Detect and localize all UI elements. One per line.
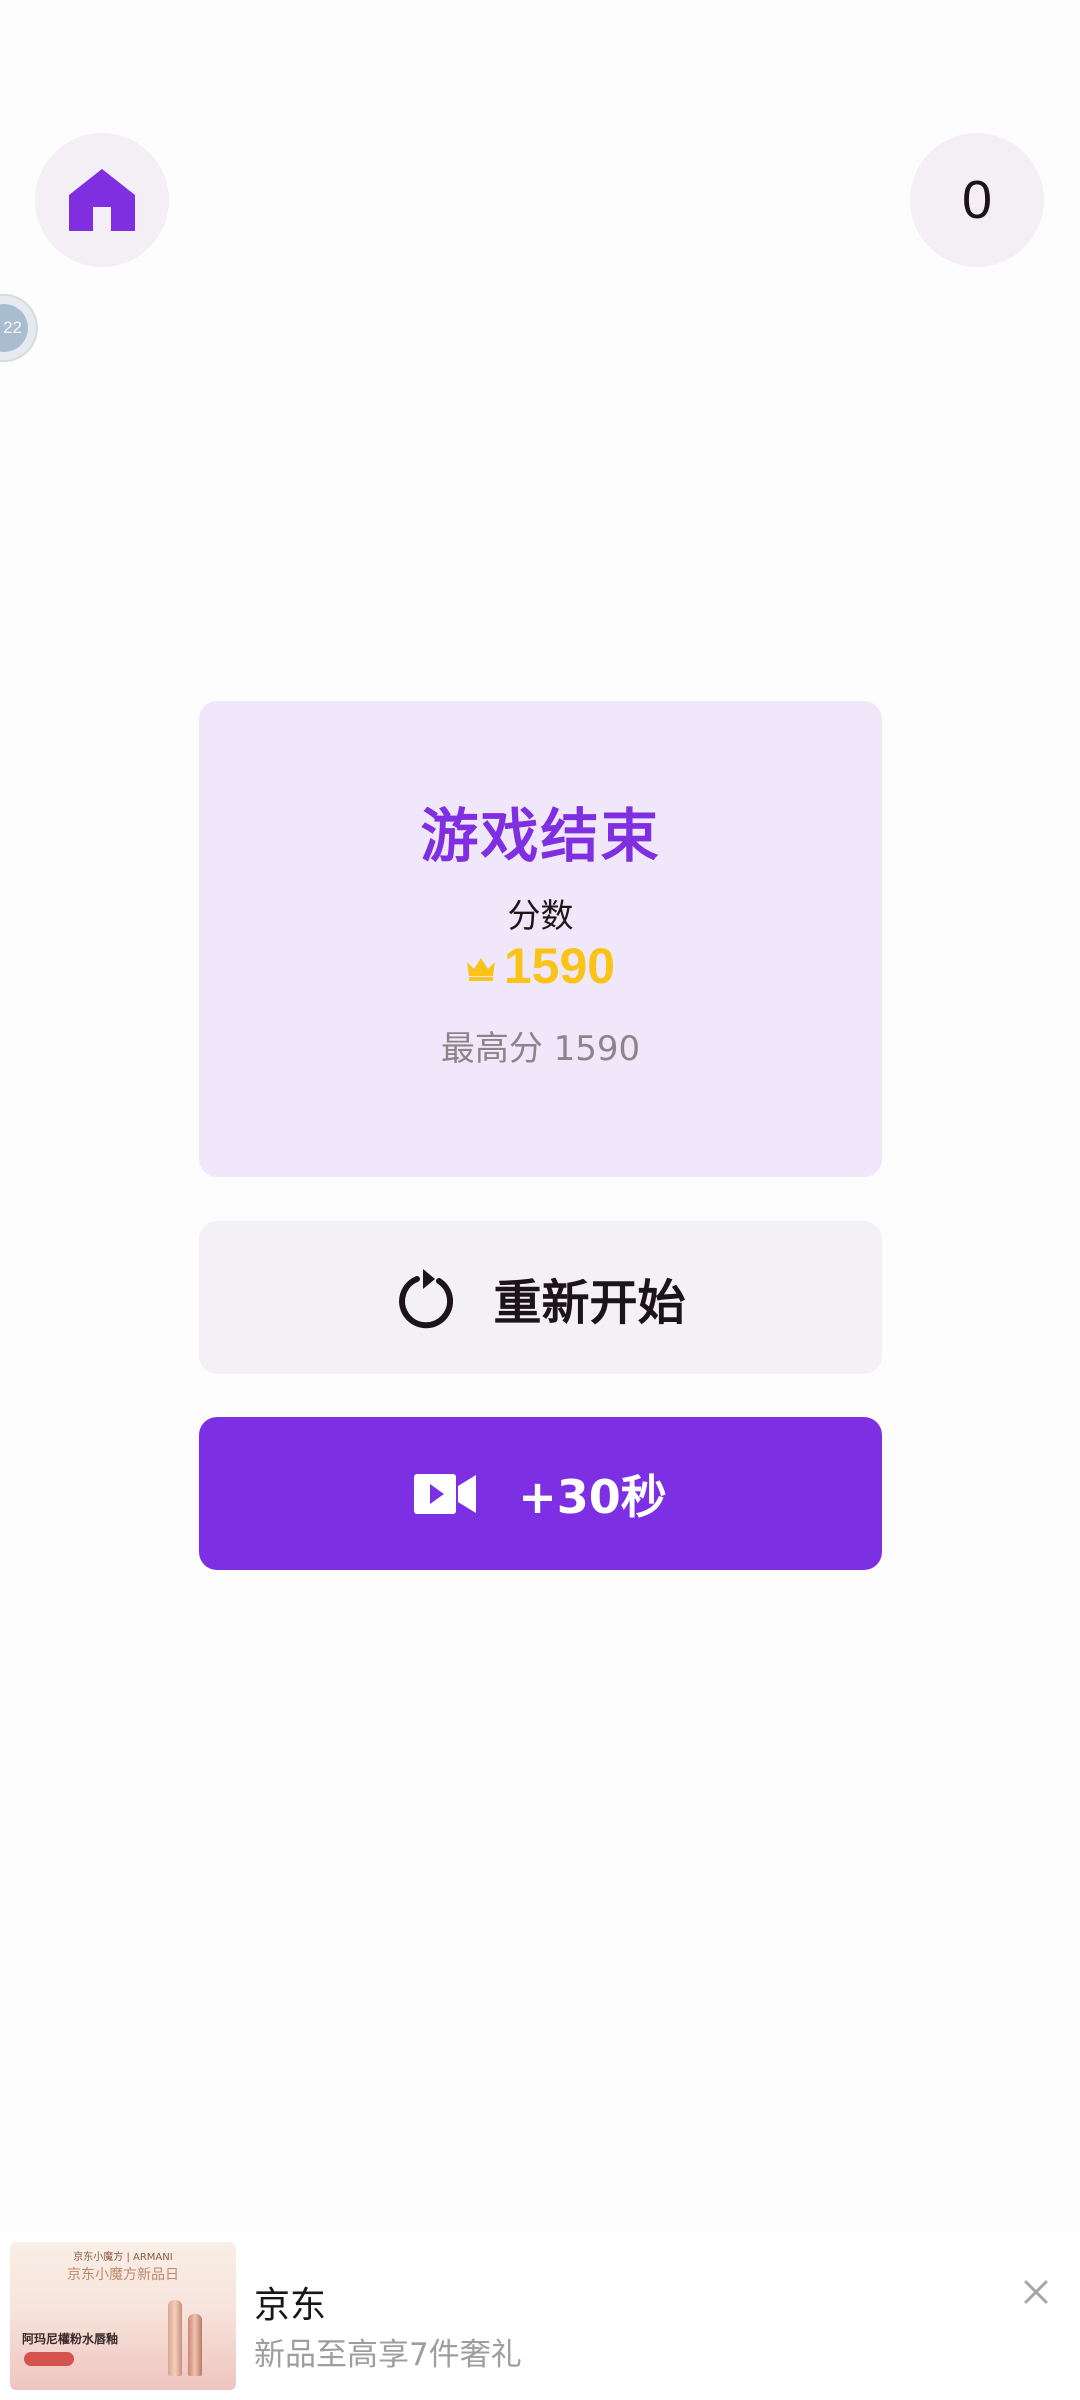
best-score-row: 最高分 1590 <box>199 1021 882 1070</box>
game-over-title: 游戏结束 <box>420 802 661 870</box>
ad-banner[interactable]: 京东小魔方 | ARMANI 京东小魔方新品日 阿玛尼權粉水唇釉 京东 新品至高… <box>0 2232 1080 2400</box>
crown-icon <box>466 958 495 981</box>
restart-label: 重新开始 <box>493 1274 686 1331</box>
ad-thumb-lipstick-b <box>188 2314 202 2376</box>
add-time-button[interactable]: +30秒 <box>199 1417 882 1570</box>
score-row: 1590 <box>199 937 882 995</box>
game-over-card: 游戏结束 分数 1590 最高分 1590 <box>199 701 882 1177</box>
ad-thumb-pill <box>24 2352 75 2366</box>
ad-thumbnail[interactable]: 京东小魔方 | ARMANI 京东小魔方新品日 阿玛尼權粉水唇釉 <box>10 2242 236 2390</box>
close-icon[interactable] <box>1018 2274 1054 2310</box>
restart-button[interactable]: 重新开始 <box>199 1221 882 1374</box>
best-score-label: 最高分 <box>440 1029 543 1069</box>
video-camera-icon <box>414 1473 477 1514</box>
ad-subtitle[interactable]: 新品至高享7件奢礼 <box>254 2329 522 2374</box>
score-value: 1590 <box>503 938 616 994</box>
refresh-icon <box>399 1268 454 1328</box>
add-time-label: +30秒 <box>518 1469 667 1524</box>
floating-bubble[interactable]: 22 <box>0 296 36 360</box>
ad-thumb-headline: 京东小魔方新品日 <box>67 2267 179 2283</box>
home-icon <box>69 169 135 231</box>
score-counter: 0 <box>910 133 1044 267</box>
ad-title[interactable]: 京东 <box>254 2276 326 2328</box>
ad-thumb-product: 阿玛尼權粉水唇釉 <box>22 2332 119 2346</box>
score-label: 分数 <box>507 896 574 935</box>
score-counter-value: 0 <box>961 170 993 230</box>
ad-thumb-brand: 京东小魔方 | ARMANI <box>73 2252 173 2263</box>
floating-bubble-inner: 22 <box>0 304 28 352</box>
ad-thumb-lipstick-a <box>168 2300 182 2376</box>
home-button[interactable] <box>35 133 169 267</box>
floating-bubble-text: 22 <box>3 318 22 337</box>
best-score-value: 1590 <box>553 1029 641 1069</box>
